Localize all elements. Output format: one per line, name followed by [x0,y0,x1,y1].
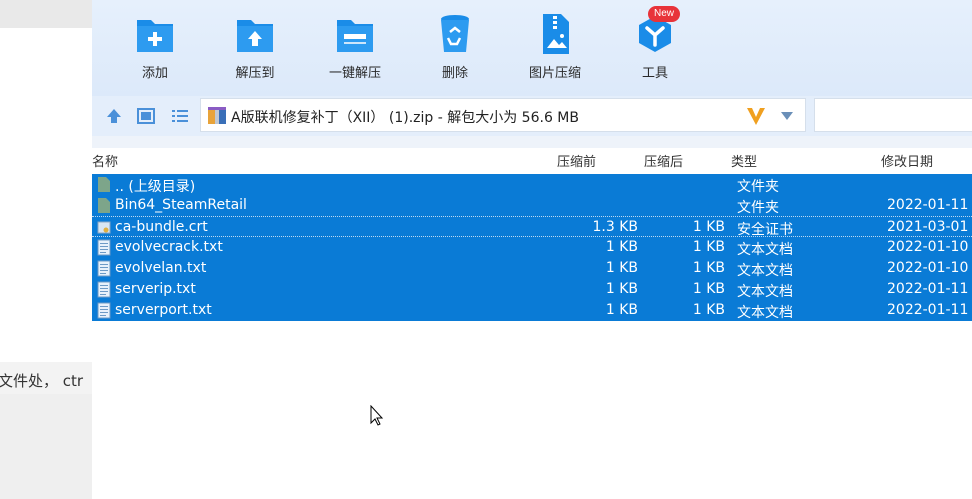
address-bar: A版联机修复补丁（XII） (1).zip - 解包大小为 56.6 MB [92,96,972,136]
background-doc-text: 文件处， ctr [0,372,84,390]
background-doc-titlebar [0,0,92,28]
text-file-icon [97,239,111,256]
add-button[interactable]: 添加 [110,12,200,86]
new-badge: New [648,6,680,22]
text-file-icon [97,302,111,319]
extract-to-button[interactable]: 解压到 [210,12,300,86]
file-list: .. (上级目录) 文件夹 Bin64_SteamRetail 文件夹 2022… [92,174,972,321]
table-row[interactable]: Bin64_SteamRetail 文件夹 2022-01-11 0 [92,195,972,216]
v-logo-icon[interactable] [745,105,767,127]
thumbnail-view-icon[interactable] [136,106,156,126]
list-view-icon[interactable] [170,106,190,126]
chevron-down-icon[interactable] [781,112,793,120]
image-compress-icon [543,14,569,54]
background-document-window: 文件处， ctr [0,0,92,499]
table-row[interactable]: serverip.txt 1 KB 1 KB 文本文档 2022-01-11 2 [92,279,972,300]
archive-path: A版联机修复补丁（XII） (1).zip - 解包大小为 56.6 MB [231,110,579,126]
extract-to-button-label: 解压到 [235,66,275,81]
column-name[interactable]: 名称 [92,151,118,170]
column-after[interactable]: 压缩后 [644,151,683,170]
toolbar: 添加 解压到 一键解压 删除 图片压缩 New 工具 [92,0,972,96]
table-row[interactable]: ca-bundle.crt 1.3 KB 1 KB 安全证书 2021-03-0… [92,216,972,238]
column-type[interactable]: 类型 [731,151,757,170]
certificate-icon [97,221,111,234]
file-list-header: 名称 压缩前 压缩后 类型 修改日期 [92,148,972,172]
search-input[interactable] [814,98,972,132]
folder-icon [98,198,110,213]
image-compress-button[interactable]: 图片压缩 [510,12,600,86]
mouse-cursor-icon [370,405,384,426]
recycle-bin-icon [441,15,469,52]
text-file-icon [97,281,111,298]
image-compress-button-label: 图片压缩 [528,66,581,81]
up-arrow-icon[interactable] [104,106,124,126]
one-click-extract-icon [337,20,373,52]
zip-archive-icon [208,107,226,124]
add-button-label: 添加 [141,66,168,81]
table-row[interactable]: serverport.txt 1 KB 1 KB 文本文档 2022-01-11… [92,300,972,321]
path-field[interactable]: A版联机修复补丁（XII） (1).zip - 解包大小为 56.6 MB [200,98,806,132]
extract-folder-icon [237,20,273,52]
tools-button-label: 工具 [641,66,668,81]
table-row[interactable]: evolvelan.txt 1 KB 1 KB 文本文档 2022-01-10 … [92,258,972,279]
column-modified[interactable]: 修改日期 [881,151,933,170]
table-row[interactable]: .. (上级目录) 文件夹 [92,174,972,195]
column-before[interactable]: 压缩前 [557,151,596,170]
delete-button-label: 删除 [441,66,468,81]
tools-button[interactable]: New 工具 [610,6,700,86]
one-click-extract-button[interactable]: 一键解压 [310,12,400,86]
text-file-icon [97,260,111,277]
delete-button[interactable]: 删除 [410,12,500,86]
divider [92,136,972,148]
add-folder-icon [137,20,173,52]
table-row[interactable]: evolvecrack.txt 1 KB 1 KB 文本文档 2022-01-1… [92,237,972,258]
background-doc-area [0,394,92,499]
one-click-extract-button-label: 一键解压 [328,66,381,81]
parent-folder-icon [98,177,110,192]
background-doc-page [0,28,92,362]
archive-window: 添加 解压到 一键解压 删除 图片压缩 New 工具 A版联机修复补丁（XII）… [92,0,972,499]
